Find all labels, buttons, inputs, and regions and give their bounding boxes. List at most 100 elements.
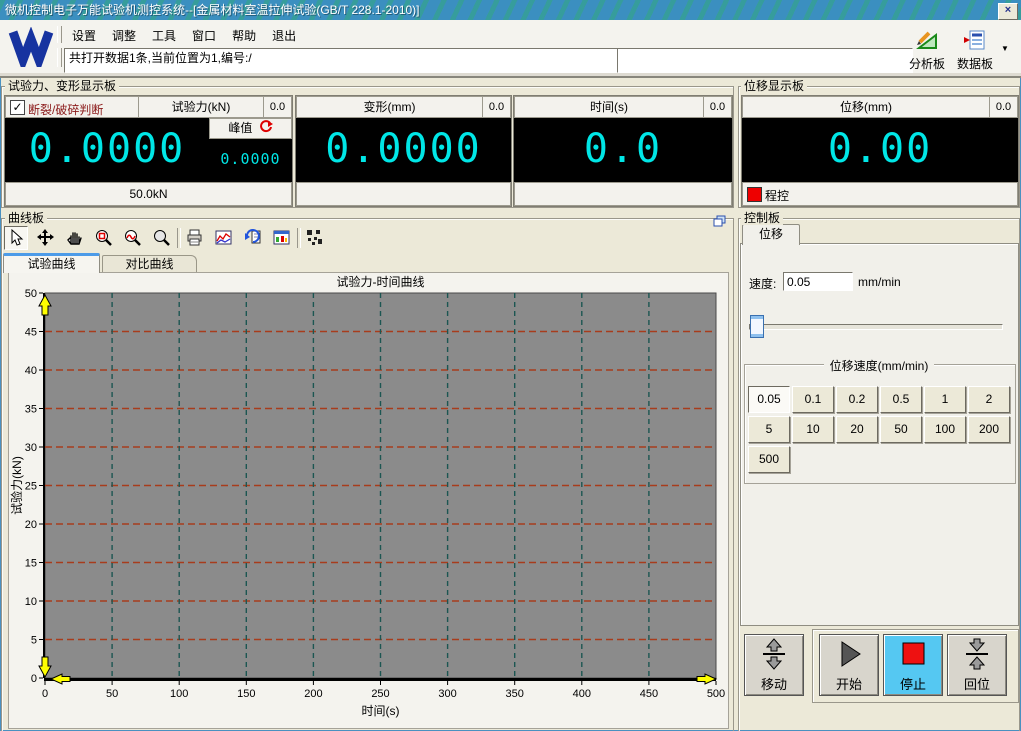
deform-header-cell[interactable]: 变形(mm) (296, 96, 483, 118)
aux-textbox (617, 48, 913, 73)
speed-option-0.2[interactable]: 0.2 (836, 386, 878, 413)
speed-option-5[interactable]: 5 (748, 416, 790, 443)
float-panel-icon (713, 215, 726, 227)
svg-text:30: 30 (25, 442, 37, 454)
data-board-icon (964, 30, 986, 50)
speed-buttons-grid: 0.050.10.20.512 5102050100200 500 (748, 386, 1014, 476)
speed-option-0.5[interactable]: 0.5 (880, 386, 922, 413)
svg-text:0: 0 (42, 688, 48, 700)
disp-mode-strip: 程控 (742, 182, 1018, 206)
pan-hand-icon[interactable] (62, 226, 86, 250)
peak-header-cell[interactable]: 峰值 (209, 118, 292, 139)
deform-value-display: 0.0000 (296, 118, 511, 182)
menu-gripper (57, 26, 62, 43)
header-bar: 设置调整工具窗口帮助退出 共打开数据1条,当前位置为1,编号:/ 分析板 数据板… (0, 20, 1021, 78)
start-button[interactable]: 开始 (819, 634, 879, 696)
svg-text:35: 35 (25, 404, 37, 416)
tab-test-curve-label: 试验曲线 (27, 257, 75, 271)
force-time-chart[interactable]: 试验力-时间曲线05101520253035404550050100150200… (9, 273, 728, 728)
zoom-box-icon[interactable] (91, 226, 115, 250)
break-checkbox[interactable]: ✓ (10, 100, 25, 115)
svg-text:300: 300 (438, 688, 456, 700)
svg-text:40: 40 (25, 365, 37, 377)
time-display-box: 时间(s) 0.0 0.0 (513, 95, 733, 207)
move-tool-icon[interactable] (33, 226, 57, 250)
tab-test-curve[interactable]: 试验曲线 (3, 253, 100, 273)
export-report-icon[interactable] (240, 226, 264, 250)
speed-input[interactable] (783, 272, 853, 291)
analysis-board-button[interactable]: 分析板 (903, 30, 951, 72)
curve-panel-caption: 曲线板 (5, 211, 47, 225)
control-panel-caption: 控制板 (741, 211, 783, 225)
svg-text:25: 25 (25, 481, 37, 493)
force-display-box: ✓ 断裂/破碎判断 试验力(kN) 0.0 0.0000 峰值 0.0000 5… (4, 95, 293, 207)
tab-displacement-label: 位移 (759, 227, 783, 241)
curve-graph-icon[interactable] (211, 226, 235, 250)
menu-item-1[interactable]: 调整 (104, 25, 144, 46)
speed-group-caption: 位移速度(mm/min) (744, 357, 1014, 374)
svg-text:500: 500 (707, 688, 725, 700)
speed-option-1[interactable]: 1 (924, 386, 966, 413)
disp-header-cell[interactable]: 位移(mm) (742, 96, 990, 118)
status-gripper (57, 48, 62, 67)
speed-option-10[interactable]: 10 (792, 416, 834, 443)
data-window-icon[interactable] (269, 226, 293, 250)
toolbar-overflow-icon[interactable]: ▼ (1001, 44, 1009, 53)
disp-panel-caption: 位移显示板 (741, 79, 807, 93)
zoom-out-icon[interactable] (149, 226, 173, 250)
tab-displacement[interactable]: 位移 (742, 224, 800, 245)
move-icon (760, 638, 788, 670)
svg-text:150: 150 (237, 688, 255, 700)
disp-display-box: 位移(mm) 0.0 0.00 程控 (741, 95, 1019, 207)
speed-option-0.05[interactable]: 0.05 (748, 386, 790, 413)
close-button[interactable]: × (998, 3, 1018, 20)
menu-item-0[interactable]: 设置 (64, 25, 104, 46)
peak-reset-icon[interactable] (259, 120, 273, 134)
speed-option-0.1[interactable]: 0.1 (792, 386, 834, 413)
tab-compare-curve-label: 对比曲线 (125, 257, 173, 271)
print-icon[interactable] (182, 226, 206, 250)
select-cursor-icon[interactable] (4, 226, 28, 250)
svg-text:试验力(kN): 试验力(kN) (9, 456, 24, 515)
speed-option-50[interactable]: 50 (880, 416, 922, 443)
time-header-cell[interactable]: 时间(s) (514, 96, 704, 118)
force-header-cell[interactable]: 试验力(kN) (138, 96, 264, 118)
time-aux-cell: 0.0 (703, 96, 732, 118)
force-aux-cell: 0.0 (263, 96, 292, 118)
disp-aux-cell: 0.0 (989, 96, 1018, 118)
chart-panel: 试验力-时间曲线05101520253035404550050100150200… (8, 272, 729, 729)
speed-option-20[interactable]: 20 (836, 416, 878, 443)
speed-option-2[interactable]: 2 (968, 386, 1010, 413)
return-button[interactable]: 回位 (947, 634, 1007, 696)
speed-option-500[interactable]: 500 (748, 446, 790, 473)
menu-item-2[interactable]: 工具 (144, 25, 184, 46)
barcode-icon[interactable] (302, 226, 326, 250)
speed-option-100[interactable]: 100 (924, 416, 966, 443)
speed-option-200[interactable]: 200 (968, 416, 1010, 443)
svg-text:450: 450 (640, 688, 658, 700)
disp-value-display: 0.00 (742, 118, 1018, 182)
deform-aux-cell: 0.0 (482, 96, 511, 118)
menu-item-5[interactable]: 退出 (264, 25, 304, 46)
menu-bar: 设置调整工具窗口帮助退出 (64, 25, 304, 46)
check-icon: ✓ (12, 100, 22, 114)
move-button[interactable]: 移动 (744, 634, 804, 696)
tab-compare-curve[interactable]: 对比曲线 (102, 255, 197, 273)
data-board-button[interactable]: 数据板 (951, 30, 999, 72)
status-textbox: 共打开数据1条,当前位置为1,编号:/ (64, 48, 618, 73)
break-check-label: 断裂/破碎判断 (28, 101, 103, 118)
force-range-label: 50.0kN (5, 182, 292, 206)
svg-text:250: 250 (371, 688, 389, 700)
stop-button[interactable]: 停止 (883, 634, 943, 696)
peak-value-display: 0.0000 (209, 139, 292, 182)
break-check-cell: ✓ 断裂/破碎判断 (5, 96, 139, 118)
deform-bottom-strip (296, 182, 511, 206)
return-icon (963, 638, 991, 670)
menu-item-3[interactable]: 窗口 (184, 25, 224, 46)
svg-text:400: 400 (573, 688, 591, 700)
float-panel-button[interactable] (711, 214, 728, 230)
zoom-curve-icon[interactable] (120, 226, 144, 250)
speed-slider-thumb[interactable] (750, 315, 764, 338)
menu-item-4[interactable]: 帮助 (224, 25, 264, 46)
speed-slider-track[interactable] (749, 324, 1003, 330)
